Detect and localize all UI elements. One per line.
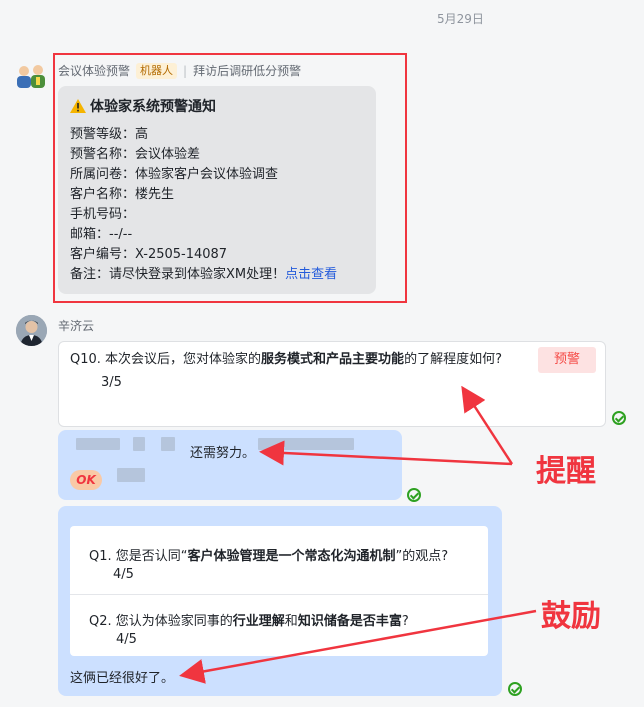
reply-text-1: 还需努力。 <box>190 446 256 461</box>
blurred-text <box>117 468 145 482</box>
blurred-text <box>161 437 175 451</box>
robot-avatar-icon[interactable] <box>14 62 48 90</box>
blurred-text <box>258 438 354 450</box>
annotation-remind: 提醒 <box>536 454 596 489</box>
read-check-icon <box>407 488 421 502</box>
read-check-icon <box>508 682 522 696</box>
ok-reaction-badge[interactable]: OK <box>70 470 102 490</box>
q1-question: Q1. 您是否认同“客户体验管理是一个常态化沟通机制”的观点? <box>89 549 449 564</box>
q10-score: 3/5 <box>101 375 122 390</box>
divider <box>70 594 488 595</box>
person-avatar[interactable] <box>16 315 47 346</box>
q10-question: Q10. 本次会议后，您对体验家的服务模式和产品主要功能的了解程度如何? <box>70 352 502 367</box>
highlight-frame <box>53 53 407 303</box>
person-sender-name[interactable]: 辛济云 <box>58 317 94 334</box>
blurred-text <box>133 437 145 451</box>
q1-score: 4/5 <box>113 567 134 582</box>
blurred-text <box>76 438 120 450</box>
annotation-encourage: 鼓励 <box>541 599 601 634</box>
warning-tag: 预警 <box>538 347 596 373</box>
q2-question: Q2. 您认为体验家同事的行业理解和知识储备是否丰富? <box>89 614 409 629</box>
reply-text-2: 这俩已经很好了。 <box>70 671 175 686</box>
read-check-icon <box>612 411 626 425</box>
q2-score: 4/5 <box>116 632 137 647</box>
